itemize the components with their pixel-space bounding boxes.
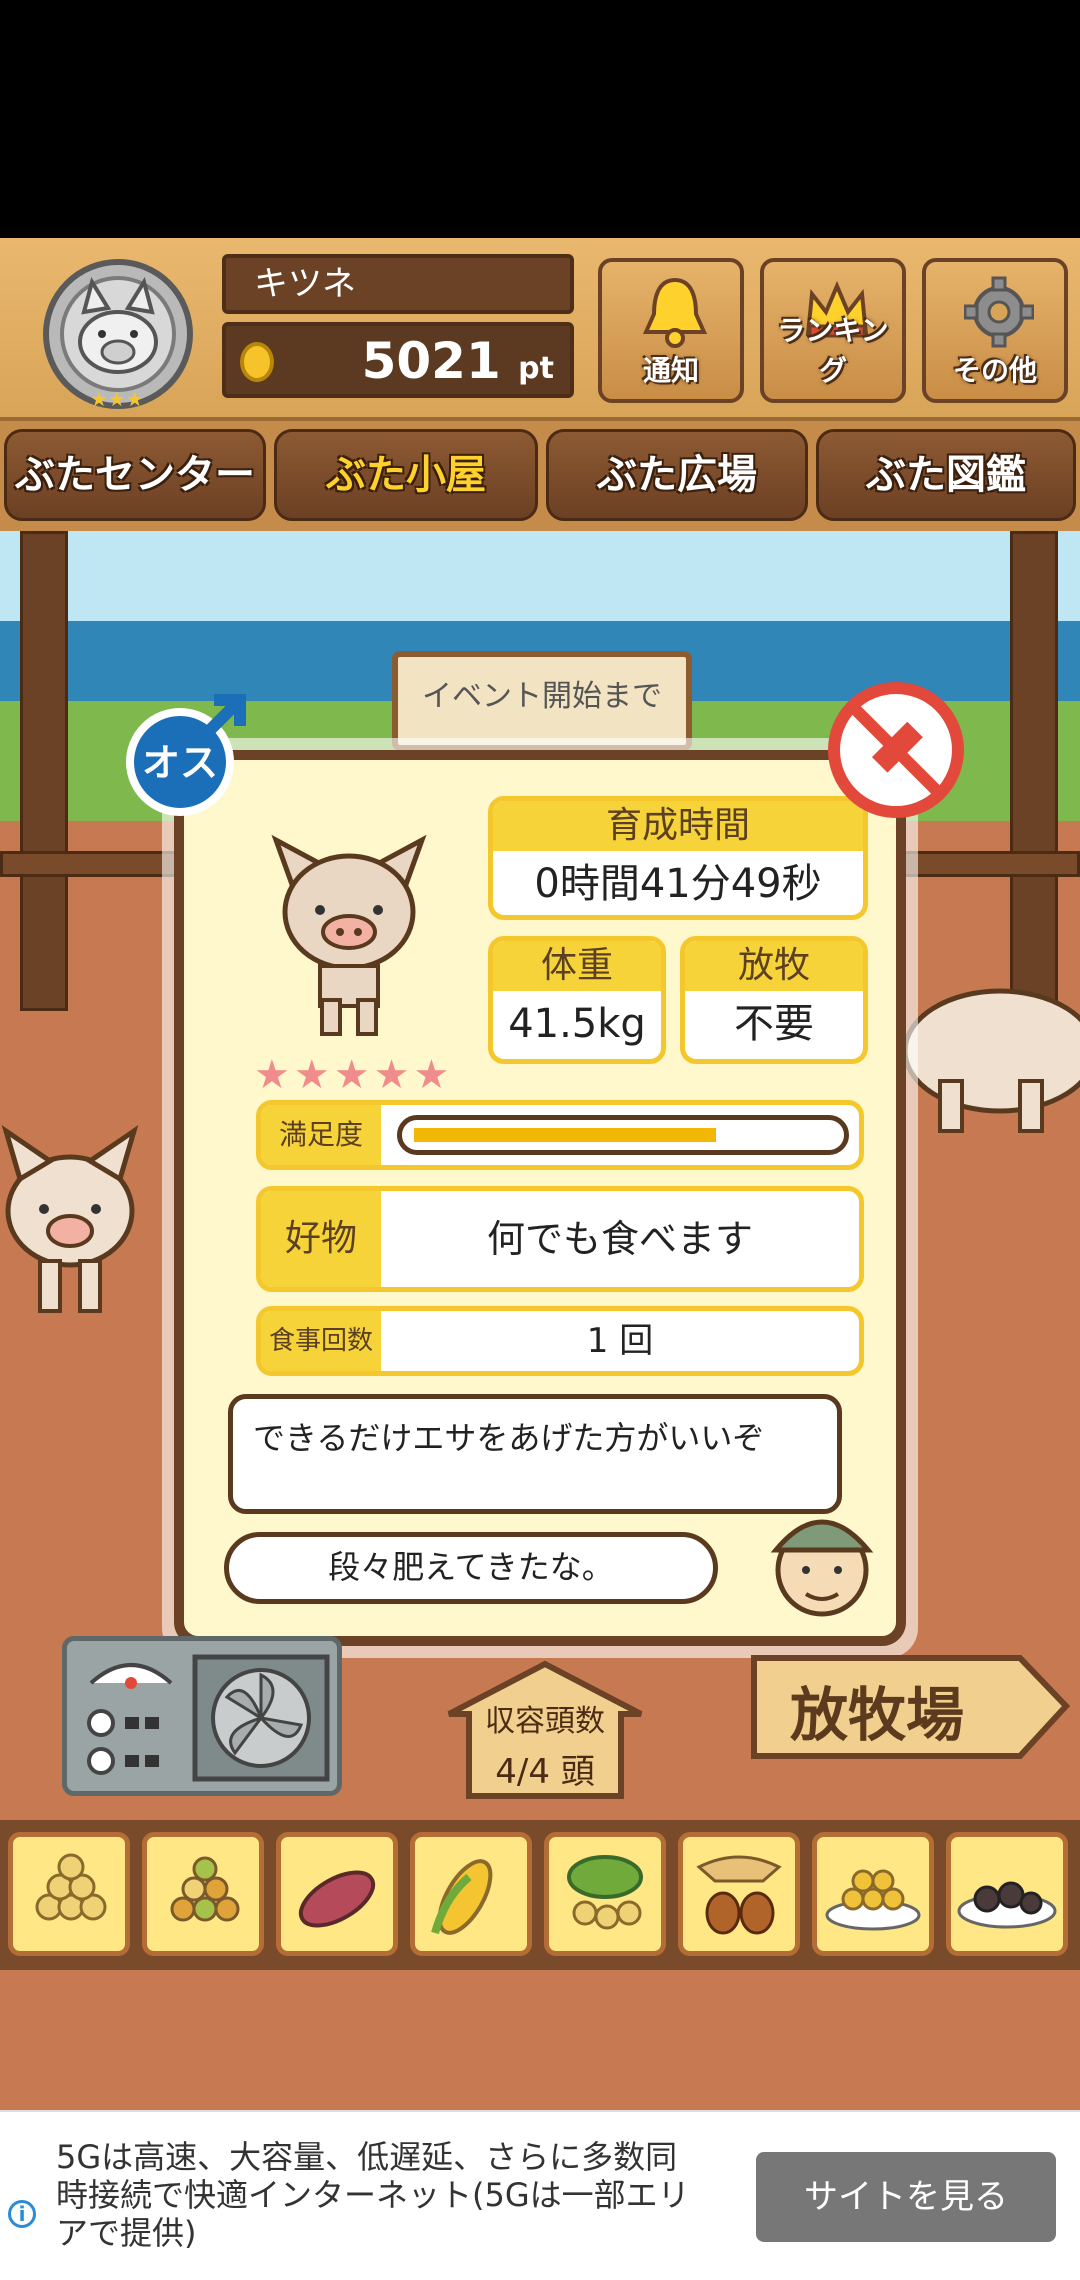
coin-icon bbox=[240, 342, 274, 382]
satisfaction-bar bbox=[397, 1115, 849, 1155]
pig-icon[interactable] bbox=[0, 1121, 150, 1321]
card-body: ★★★★★ 育成時間 0時間41分49秒 体重 41.5kg 放牧 不要 満足度 bbox=[174, 750, 906, 1646]
favorite-label: 好物 bbox=[261, 1191, 381, 1287]
app-root: ★★★ キツネ 5021 pt 通知 ランキング その他 ぶたセンター ぶた小屋… bbox=[0, 0, 1080, 2280]
pig-icon[interactable] bbox=[900, 971, 1080, 1141]
food-slot-grain-plate[interactable] bbox=[812, 1832, 934, 1956]
satisfaction-row: 満足度 bbox=[256, 1100, 864, 1170]
food-slot-greens[interactable] bbox=[544, 1832, 666, 1956]
meals-value: 1 回 bbox=[586, 1321, 654, 1361]
tab-pig-plaza[interactable]: ぶた広場 bbox=[546, 429, 808, 521]
fence-post-left bbox=[20, 531, 68, 1011]
bell-icon bbox=[642, 277, 708, 348]
thermostat-icon[interactable] bbox=[81, 1653, 181, 1783]
notify-button[interactable]: 通知 bbox=[598, 258, 744, 403]
capacity-label: 収容頭数 bbox=[485, 1704, 605, 1739]
advice-bubble-1: できるだけエサをあげた方がいいぞ bbox=[228, 1394, 842, 1514]
points-value: 5021 pt bbox=[361, 332, 554, 390]
svg-text:★★★: ★★★ bbox=[90, 387, 144, 411]
raise-time-value: 0時間41分49秒 bbox=[534, 861, 822, 907]
favorite-value: 何でも食べます bbox=[486, 1217, 753, 1261]
control-panel[interactable] bbox=[62, 1636, 342, 1796]
other-button[interactable]: その他 bbox=[922, 258, 1068, 403]
fan-icon[interactable] bbox=[191, 1653, 331, 1783]
food-slot-truffle-plate[interactable] bbox=[946, 1832, 1068, 1956]
grazing-box: 放牧 不要 bbox=[680, 936, 868, 1064]
ad-banner[interactable]: i 5Gは高速、大容量、低遅延、さらに多数同時接続で快適インターネット(5Gは一… bbox=[0, 2110, 1080, 2280]
food-slot-corn[interactable] bbox=[410, 1832, 532, 1956]
player-name: キツネ bbox=[222, 254, 574, 314]
corn-icon bbox=[431, 1859, 493, 1935]
no-injection-icon bbox=[828, 682, 964, 818]
pasture-sign[interactable]: 放牧場 bbox=[750, 1652, 1072, 1762]
pasture-label: 放牧場 bbox=[790, 1681, 965, 1749]
ranking-button[interactable]: ランキング bbox=[760, 258, 906, 403]
farmer-icon bbox=[770, 1519, 874, 1617]
favorite-row: 好物 何でも食べます bbox=[256, 1186, 864, 1292]
sweet-potato-icon bbox=[298, 1870, 376, 1928]
satisfaction-fill bbox=[414, 1128, 716, 1142]
tab-pig-hut[interactable]: ぶた小屋 bbox=[274, 429, 538, 521]
info-icon[interactable]: i bbox=[8, 2200, 36, 2228]
capacity-sign: 収容頭数 4/4 頭 bbox=[445, 1660, 645, 1800]
tab-bar: ぶたセンター ぶた小屋 ぶた広場 ぶた図鑑 bbox=[0, 421, 1080, 531]
notify-label: 通知 bbox=[642, 354, 699, 387]
fence-post-right bbox=[1010, 531, 1058, 1011]
food-slot-soybeans[interactable] bbox=[8, 1832, 130, 1956]
advice-bubble-2: 段々肥えてきたな。 bbox=[224, 1532, 718, 1604]
ranking-label: ランキング bbox=[777, 314, 889, 387]
other-label: その他 bbox=[952, 354, 1037, 387]
points-box: 5021 pt bbox=[222, 322, 574, 398]
raise-time-box: 育成時間 0時間41分49秒 bbox=[488, 796, 868, 920]
grain-plate-icon bbox=[825, 1869, 921, 1931]
status-band bbox=[0, 0, 1080, 238]
weight-value: 41.5kg bbox=[508, 1001, 646, 1047]
food-slot-sweet-potato[interactable] bbox=[276, 1832, 398, 1956]
sky bbox=[0, 531, 1080, 621]
weight-box: 体重 41.5kg bbox=[488, 936, 666, 1064]
grazing-label: 放牧 bbox=[685, 941, 863, 991]
capacity-value: 4/4 頭 bbox=[495, 1752, 595, 1792]
rating-stars: ★★★★★ bbox=[254, 1052, 454, 1098]
weight-label: 体重 bbox=[493, 941, 661, 991]
pig-emblem-icon[interactable]: ★★★ bbox=[30, 256, 205, 416]
raise-time-label: 育成時間 bbox=[493, 801, 863, 851]
soybeans-icon bbox=[35, 1853, 107, 1921]
grazing-value: 不要 bbox=[734, 1001, 814, 1047]
pig-portrait-icon bbox=[271, 834, 427, 1036]
ad-text: 5Gは高速、大容量、低遅延、さらに多数同時接続で快適インターネット(5Gは一部エ… bbox=[56, 2138, 690, 2252]
satisfaction-label: 満足度 bbox=[261, 1105, 381, 1165]
sex-label: オス bbox=[142, 741, 218, 785]
tab-pig-center[interactable]: ぶたセンター bbox=[4, 429, 266, 521]
event-sign[interactable]: イベント開始まで bbox=[392, 651, 692, 751]
greens-icon bbox=[567, 1855, 643, 1930]
food-slot-mixed-beans[interactable] bbox=[142, 1832, 264, 1956]
truffle-plate-icon bbox=[957, 1881, 1057, 1929]
tab-pig-encyclopedia[interactable]: ぶた図鑑 bbox=[816, 429, 1076, 521]
mixed-beans-icon bbox=[170, 1856, 240, 1922]
food-slot-acorns[interactable] bbox=[678, 1832, 800, 1956]
food-bar bbox=[0, 1820, 1080, 1970]
pig-info-card: ★★★★★ 育成時間 0時間41分49秒 体重 41.5kg 放牧 不要 満足度 bbox=[126, 682, 964, 1658]
meals-row: 食事回数 1 回 bbox=[256, 1306, 864, 1376]
acorns-icon bbox=[696, 1855, 782, 1935]
gear-icon bbox=[964, 276, 1034, 348]
male-icon: オス bbox=[126, 694, 246, 816]
ad-visit-button[interactable]: サイトを見る bbox=[756, 2152, 1056, 2242]
header: ★★★ キツネ 5021 pt 通知 ランキング その他 bbox=[0, 238, 1080, 421]
meals-label: 食事回数 bbox=[261, 1311, 381, 1371]
